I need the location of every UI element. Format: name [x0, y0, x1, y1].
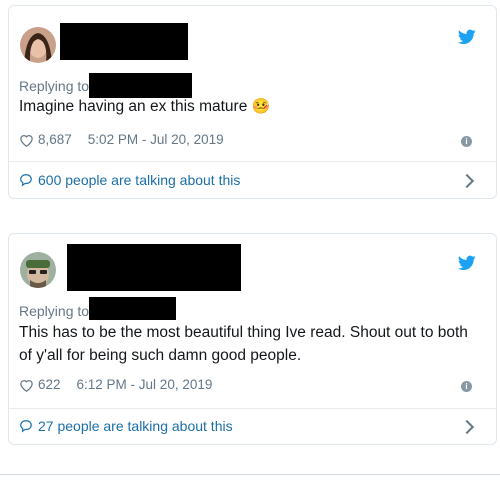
tweet-text: Imagine having an ex this mature 🤒: [19, 98, 271, 115]
info-icon[interactable]: i: [461, 381, 472, 392]
bottom-divider: [0, 474, 500, 475]
comment-bubble-icon: [20, 420, 32, 433]
redacted-reply-handle: [89, 297, 176, 320]
like-count[interactable]: 8,687: [38, 132, 72, 147]
chevron-right-icon[interactable]: [459, 173, 475, 189]
divider: [9, 161, 496, 162]
talking-link[interactable]: 600 people are talking about this: [19, 172, 240, 188]
twitter-bird-icon[interactable]: [458, 29, 476, 45]
chevron-right-icon[interactable]: [459, 419, 475, 435]
tweet-text: This has to be the most beautiful thing …: [19, 324, 468, 364]
divider: [9, 408, 496, 409]
tweet-meta: 622 6:12 PM - Jul 20, 2019: [19, 377, 212, 392]
talking-link[interactable]: 27 people are talking about this: [19, 418, 233, 434]
redacted-username: [60, 23, 188, 60]
twitter-bird-icon[interactable]: [458, 255, 476, 271]
heart-icon[interactable]: [19, 378, 34, 392]
heart-icon[interactable]: [19, 133, 34, 147]
replying-to-label: Replying to: [19, 303, 90, 319]
comment-bubble-icon: [20, 174, 32, 187]
avatar[interactable]: [20, 27, 56, 63]
tweet-card[interactable]: Replying to Imagine having an ex this ma…: [8, 5, 497, 199]
timestamp[interactable]: 6:12 PM - Jul 20, 2019: [77, 377, 213, 392]
timestamp[interactable]: 5:02 PM - Jul 20, 2019: [88, 132, 224, 147]
replying-to-label: Replying to: [19, 78, 90, 94]
avatar[interactable]: [20, 252, 56, 288]
tweet-meta: 8,687 5:02 PM - Jul 20, 2019: [19, 132, 224, 147]
redacted-username: [67, 244, 241, 291]
info-icon[interactable]: i: [461, 136, 472, 147]
tweet-card[interactable]: Replying to This has to be the most beau…: [8, 233, 497, 445]
face-emoji-icon: 🤒: [251, 98, 271, 115]
like-count[interactable]: 622: [38, 377, 61, 392]
